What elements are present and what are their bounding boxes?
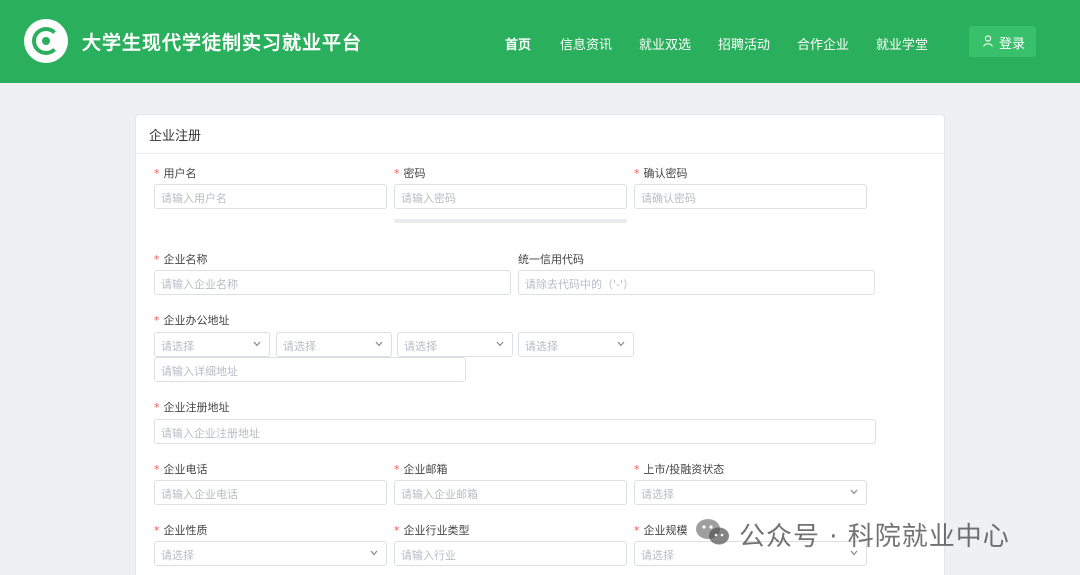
- username-label: * 用户名: [154, 167, 197, 180]
- nav-item-recruitment[interactable]: 招聘活动: [718, 34, 770, 53]
- registration-card: 企业注册 * 用户名 请输入用户名 * 密码 请输入密码 * 确认密码 请确认密码 *…: [135, 114, 945, 575]
- site-title[interactable]: 大学生现代学徒制实习就业平台: [82, 28, 362, 55]
- scale-label: * 企业规模: [634, 524, 688, 537]
- nature-select[interactable]: 请选择: [154, 541, 387, 566]
- industry-input[interactable]: 请输入行业: [394, 541, 627, 566]
- company-name-label: * 企业名称: [154, 253, 208, 266]
- credit-code-input[interactable]: 请除去代码中的（'-'）: [518, 270, 875, 295]
- confirm-password-input[interactable]: 请确认密码: [634, 184, 867, 209]
- title-divider: [136, 153, 944, 154]
- nav-item-academy[interactable]: 就业学堂: [876, 34, 928, 53]
- company-name-input[interactable]: 请输入企业名称: [154, 270, 511, 295]
- chevron-down-icon: [850, 489, 858, 495]
- login-label: 登录: [999, 37, 1026, 52]
- industry-label: * 企业行业类型: [394, 524, 470, 537]
- phone-input[interactable]: 请输入企业电话: [154, 480, 387, 505]
- site-logo[interactable]: [24, 19, 68, 63]
- nav-item-partners[interactable]: 合作企业: [797, 34, 849, 53]
- user-icon: [983, 35, 993, 47]
- chevron-down-icon: [617, 341, 625, 347]
- username-input[interactable]: 请输入用户名: [154, 184, 387, 209]
- credit-code-label: 统一信用代码: [518, 253, 584, 266]
- listing-status-select[interactable]: 请选择: [634, 480, 867, 505]
- login-button[interactable]: 登录: [969, 26, 1036, 57]
- password-label: * 密码: [394, 167, 426, 180]
- confirm-password-label: * 确认密码: [634, 167, 688, 180]
- chevron-down-icon: [253, 341, 261, 347]
- street-select[interactable]: 请选择: [518, 332, 634, 357]
- password-strength-bar: [394, 219, 627, 223]
- email-input[interactable]: 请输入企业邮箱: [394, 480, 627, 505]
- nav-item-home[interactable]: 首页: [505, 34, 531, 53]
- watermark-text: 公众号 · 科院就业中心: [739, 522, 1010, 552]
- province-select[interactable]: 请选择: [154, 332, 270, 357]
- chevron-down-icon: [375, 341, 383, 347]
- chevron-down-icon: [370, 550, 378, 556]
- nav-item-news[interactable]: 信息资讯: [560, 34, 612, 53]
- listing-status-label: * 上市/投融资状态: [634, 463, 725, 476]
- phone-label: * 企业电话: [154, 463, 208, 476]
- registered-address-label: * 企业注册地址: [154, 401, 230, 414]
- form-title: 企业注册: [149, 129, 202, 144]
- district-select[interactable]: 请选择: [397, 332, 513, 357]
- registered-address-input[interactable]: 请输入企业注册地址: [154, 419, 876, 444]
- city-select[interactable]: 请选择: [276, 332, 392, 357]
- office-address-label: * 企业办公地址: [154, 314, 230, 327]
- wechat-icon: [696, 519, 729, 545]
- password-input[interactable]: 请输入密码: [394, 184, 627, 209]
- logo-dot: [42, 37, 50, 45]
- chevron-down-icon: [496, 341, 504, 347]
- top-nav-bar: 大学生现代学徒制实习就业平台 首页 信息资讯 就业双选 招聘活动 合作企业 就业…: [0, 0, 1080, 83]
- nav-item-job-fair[interactable]: 就业双选: [639, 34, 691, 53]
- nature-label: * 企业性质: [154, 524, 208, 537]
- email-label: * 企业邮箱: [394, 463, 448, 476]
- detail-address-input[interactable]: 请输入详细地址: [154, 357, 466, 382]
